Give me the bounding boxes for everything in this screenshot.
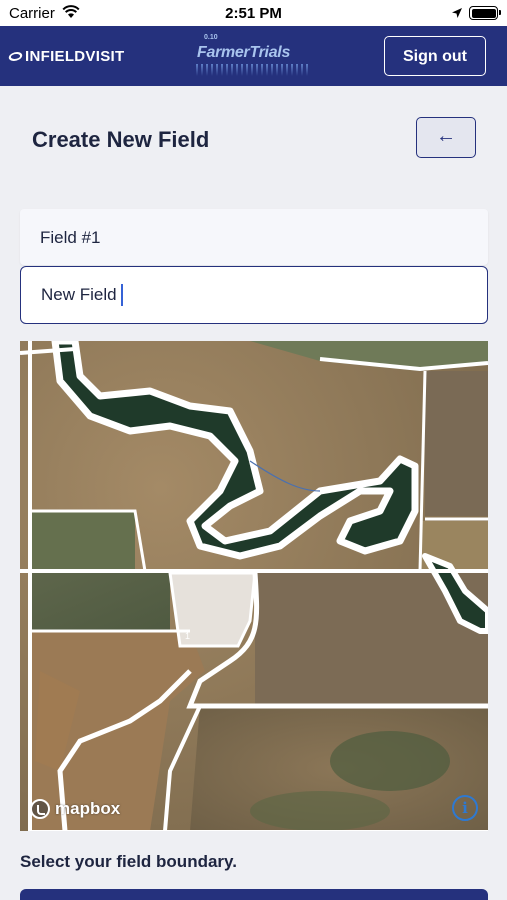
primary-action-button[interactable] — [20, 889, 488, 900]
text-caret — [121, 284, 123, 306]
location-arrow-icon — [451, 6, 463, 23]
mapbox-attribution-text: mapbox — [55, 799, 121, 818]
farmertrials-logo-text: FarmerTrials — [197, 44, 291, 61]
info-icon: i — [462, 799, 468, 817]
status-bar: Carrier 2:51 PM — [0, 0, 507, 26]
infieldvisit-logo-icon — [7, 52, 24, 61]
mapbox-attribution: mapbox — [30, 799, 120, 819]
back-button[interactable]: ← — [416, 117, 476, 158]
satellite-imagery: 1 — [20, 341, 488, 831]
battery-icon — [469, 6, 501, 20]
page-title: Create New Field — [32, 127, 210, 152]
sign-out-button[interactable]: Sign out — [384, 36, 486, 76]
status-time: 2:51 PM — [225, 5, 282, 22]
farmertrials-logo: 0.10 FarmerTrials — [196, 34, 308, 76]
field-number-box: Field #1 — [20, 209, 488, 265]
infieldvisit-logo-text: INFIELDVISIT — [25, 48, 125, 65]
instruction-text: Select your field boundary. — [20, 852, 237, 871]
mapbox-logo-icon — [30, 799, 50, 819]
field-name-input[interactable] — [20, 266, 488, 324]
road-label: 1 — [185, 631, 190, 641]
map-info-button[interactable]: i — [452, 795, 478, 821]
app-header: INFIELDVISIT 0.10 FarmerTrials Sign out — [0, 26, 507, 86]
field-number-label: Field #1 — [40, 228, 101, 247]
infieldvisit-logo: INFIELDVISIT — [7, 48, 125, 65]
back-arrow-icon: ← — [436, 125, 456, 147]
farmertrials-logo-super: 0.10 — [204, 34, 218, 41]
farmertrials-logo-rays — [196, 64, 308, 76]
field-boundary-map[interactable]: 1 mapbox i — [20, 341, 488, 831]
